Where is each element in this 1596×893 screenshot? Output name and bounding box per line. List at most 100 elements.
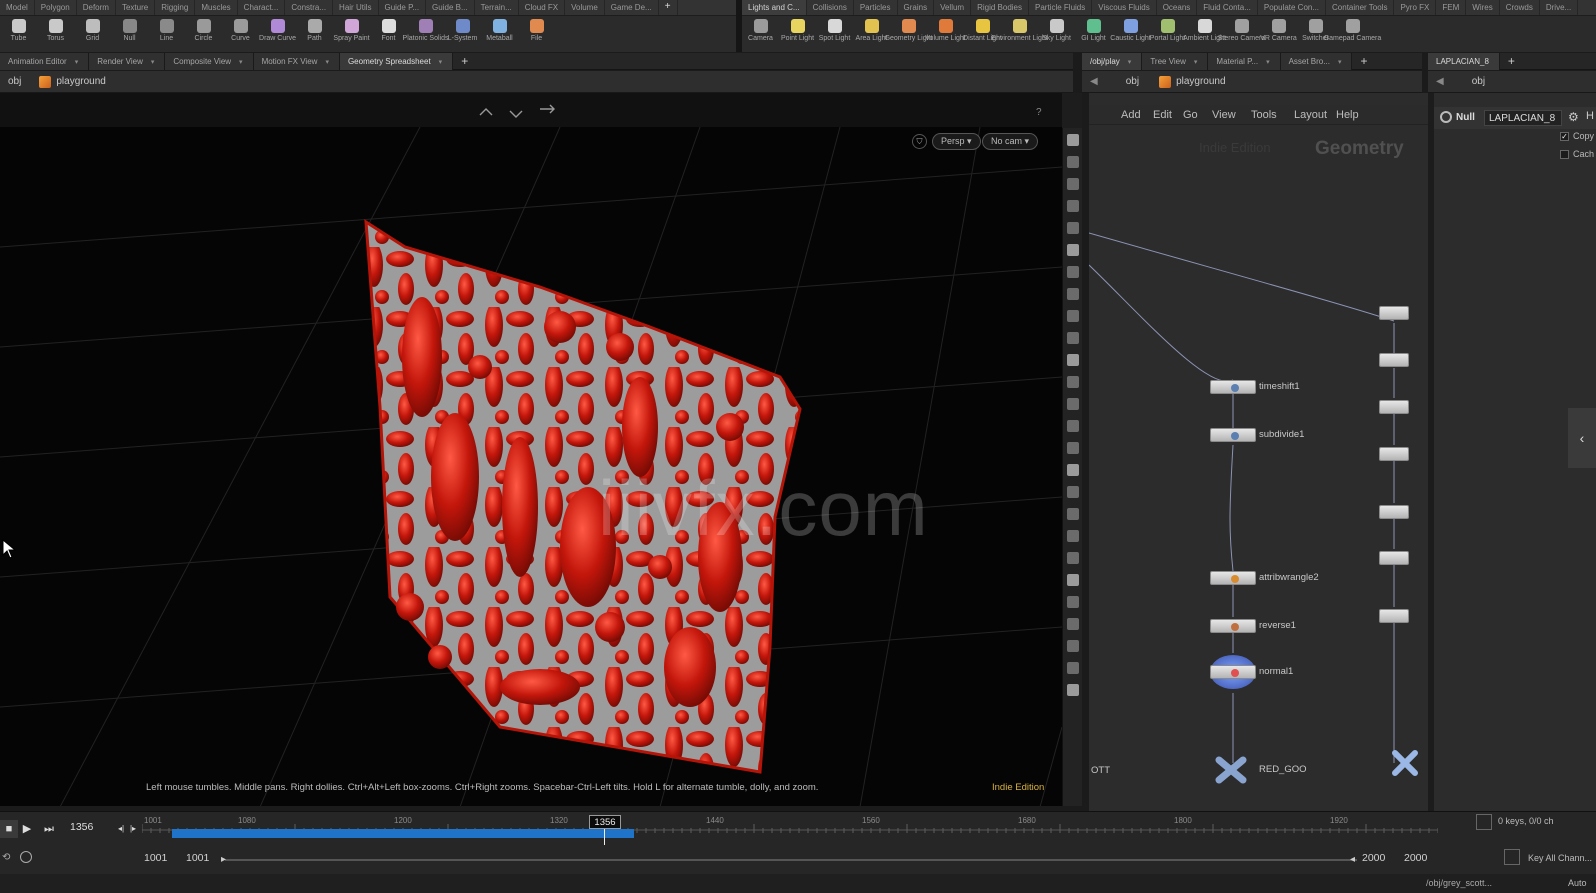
display-option-icon[interactable] [1066,222,1079,234]
add-tab-button[interactable]: + [453,54,476,68]
shelf-tab[interactable]: Texture [116,0,156,15]
shelf-tab[interactable]: Wires [1466,0,1500,15]
shelf-tool-grid[interactable]: Grid [74,16,111,43]
node-stub[interactable] [1379,400,1409,414]
display-option-icon[interactable] [1066,596,1079,608]
shelf-tab[interactable]: Crowds [1500,0,1540,15]
shelf-tool-circle[interactable]: Circle [185,16,222,43]
pane-tab[interactable]: Animation Editor ▾ [0,52,90,70]
shelf-tab[interactable]: FEM [1436,0,1467,15]
node-stub[interactable] [1379,306,1409,320]
display-option-icon[interactable] [1066,684,1079,696]
help-book-icon[interactable]: H [1586,110,1594,122]
display-option-icon[interactable] [1066,310,1079,322]
shelf-tab[interactable]: Guide B... [426,0,475,15]
shelf-tool-file[interactable]: File [518,16,555,43]
shelf-tool-font[interactable]: Font [370,16,407,43]
key-icon[interactable] [1476,814,1492,830]
node-name-field[interactable]: LAPLACIAN_8 [1484,110,1562,126]
add-shelf-button[interactable]: + [659,0,678,15]
pane-tab[interactable]: Material P... ▾ [1208,52,1281,70]
shelf-tab[interactable]: Volume [565,0,605,15]
display-option-icon[interactable] [1066,178,1079,190]
chevron-down-icon[interactable]: ▾ [1266,59,1270,66]
shelf-tool-tube[interactable]: Tube [0,16,37,43]
display-option-icon[interactable] [1066,486,1079,498]
network-editor[interactable]: Add Edit Go View Tools Layout Help Indie Editi… [1089,93,1428,811]
shelf-tab[interactable]: Drive... [1540,0,1579,15]
shelf-tab[interactable]: Collisions [807,0,854,15]
node-reverse1[interactable] [1210,619,1256,633]
shelf-tab[interactable]: Polygon [35,0,77,15]
chevron-down-icon[interactable]: ▾ [75,59,79,66]
shelf-tab[interactable]: Populate Con... [1258,0,1327,15]
range-end-handle[interactable]: ◂ [1350,854,1355,865]
shelf-tool-volume-light[interactable]: Volume Light [925,16,966,43]
null-node-icon[interactable] [1392,750,1418,776]
shelf-tab[interactable]: Oceans [1157,0,1198,15]
pane-tab[interactable]: Geometry Spreadsheet ▾ [339,52,454,70]
display-option-icon[interactable] [1066,288,1079,300]
pane-tab[interactable]: Render View ▾ [89,52,166,70]
node-normal1[interactable] [1210,655,1256,689]
pane-tab[interactable]: /obj/play ▾ [1082,52,1143,70]
display-option-icon[interactable] [1066,662,1079,674]
shelf-tool-portal-light[interactable]: Portal Light [1149,16,1186,43]
display-option-icon[interactable] [1066,442,1079,454]
view-tools-icons[interactable] [470,93,590,127]
chevron-down-icon[interactable]: ▾ [1338,59,1342,66]
back-icon-right[interactable]: ◀ [1436,76,1444,87]
shelf-tool-curve[interactable]: Curve [222,16,259,43]
shelf-tool-torus[interactable]: Torus [37,16,74,43]
node-subdivide1[interactable] [1210,428,1256,442]
mid-path-obj[interactable]: obj [1126,76,1139,87]
global-end-field[interactable]: 2000 [1404,852,1427,864]
display-option-icon[interactable] [1066,134,1079,146]
help-icon[interactable]: ? [1036,107,1042,118]
playback-start-field[interactable]: 1001 [186,852,209,864]
shelf-tab[interactable]: Model [0,0,35,15]
shelf-tool-environment-light[interactable]: Environment Light [991,16,1048,43]
param-checkbox-row[interactable]: ✓ Copy [1560,131,1594,142]
display-option-icon[interactable] [1066,398,1079,410]
node-stub[interactable] [1379,353,1409,367]
chevron-down-icon[interactable]: ▾ [1128,59,1132,66]
chevron-down-icon[interactable]: ▾ [1194,59,1198,66]
mid-path-network[interactable]: playground [1159,75,1226,88]
shelf-tab[interactable]: Guide P... [379,0,427,15]
shelf-tab[interactable]: Hair Utils [333,0,379,15]
display-option-icon[interactable] [1066,244,1079,256]
shelf-tab[interactable]: Game De... [605,0,659,15]
chevron-down-icon[interactable]: ▾ [239,59,243,66]
node-stub[interactable] [1379,505,1409,519]
shelf-tool-geometry-light[interactable]: Geometry Light [885,16,932,43]
shelf-tool-path[interactable]: Path [296,16,333,43]
shelf-tool-platonic-solids[interactable]: Platonic Solids [403,16,448,43]
node-stub[interactable] [1379,551,1409,565]
persp-menu[interactable]: Persp ▾ [932,133,981,150]
shelf-tool-caustic-light[interactable]: Caustic Light [1110,16,1151,43]
node-red-goo[interactable] [1214,755,1248,785]
shelf-tab[interactable]: Muscles [195,0,238,15]
node-stub[interactable] [1379,447,1409,461]
shelf-tab[interactable]: Pyro FX [1394,0,1437,15]
shelf-tab[interactable]: Rigid Bodies [971,0,1030,15]
shelf-tool-spot-light[interactable]: Spot Light [816,16,853,43]
shelf-tab[interactable]: Viscous Fluids [1092,0,1157,15]
chevron-down-icon[interactable]: ▾ [439,59,443,66]
display-option-icon[interactable] [1066,266,1079,278]
range-start-handle[interactable]: ▸ [221,854,226,865]
shelf-tool-l-system[interactable]: L-System [444,16,481,43]
current-frame-marker[interactable]: 1356 [589,815,621,829]
tab-params[interactable]: LAPLACIAN_8 [1428,52,1500,70]
display-option-icon[interactable] [1066,200,1079,212]
key-all-icon[interactable] [1504,849,1520,865]
node-timeshift1[interactable] [1210,380,1256,394]
step-forward-button[interactable]: |▸ [124,820,142,838]
shelf-tool-null[interactable]: Null [111,16,148,43]
play-button[interactable]: ▶ [18,820,36,838]
display-option-icon[interactable] [1066,552,1079,564]
shelf-tab[interactable]: Vellum [934,0,972,15]
display-option-icon[interactable] [1066,508,1079,520]
display-option-icon[interactable] [1066,332,1079,344]
